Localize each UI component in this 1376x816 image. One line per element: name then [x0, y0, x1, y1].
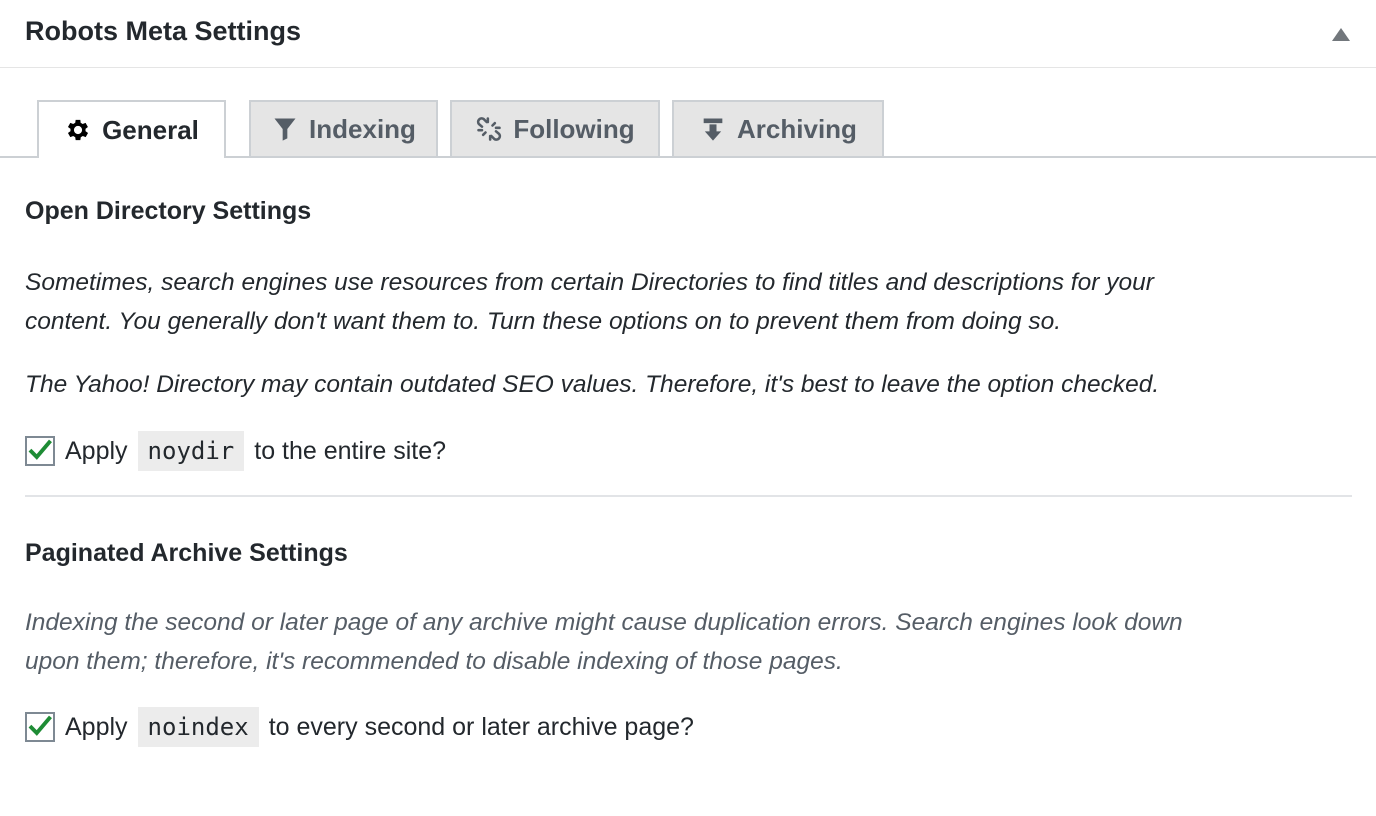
funnel-icon: [271, 115, 299, 143]
noindex-label-suffix: to every second or later archive page?: [268, 712, 694, 741]
tab-general-label: General: [102, 114, 199, 145]
open-directory-description-line2: content. You generally don't want them t…: [25, 308, 1062, 335]
paginated-archive-description-line2: upon them; therefore, it's recommended t…: [25, 648, 843, 675]
noindex-option[interactable]: Apply noindex to every second or later a…: [25, 706, 694, 748]
broken-link-icon: [475, 115, 503, 143]
tab-following[interactable]: Following: [450, 100, 660, 156]
noydir-checkbox[interactable]: [25, 436, 55, 466]
noydir-code: noydir: [137, 431, 245, 471]
paginated-archive-heading: Paginated Archive Settings: [25, 539, 348, 567]
gear-icon: [64, 116, 92, 144]
open-directory-description: Sometimes, search engines use resources …: [25, 263, 1345, 341]
tab-following-label: Following: [513, 113, 635, 144]
section-divider: [25, 495, 1352, 497]
open-directory-description-line1: Sometimes, search engines use resources …: [25, 269, 1154, 296]
yahoo-directory-note: The Yahoo! Directory may contain outdate…: [25, 371, 1160, 398]
noydir-label-suffix: to the entire site?: [254, 436, 447, 465]
noindex-label-prefix: Apply: [65, 712, 128, 741]
settings-tabs: General Indexing Following Archiving: [0, 100, 1376, 158]
paginated-archive-description: Indexing the second or later page of any…: [25, 603, 1345, 681]
tab-indexing-label: Indexing: [309, 113, 416, 144]
noydir-label-prefix: Apply: [65, 436, 128, 465]
triangle-up-icon[interactable]: [1332, 28, 1350, 41]
panel-title: Robots Meta Settings: [25, 16, 302, 46]
tab-general[interactable]: General: [37, 100, 226, 158]
download-icon: [699, 115, 727, 143]
noindex-code: noindex: [137, 707, 259, 747]
open-directory-heading: Open Directory Settings: [25, 197, 312, 225]
noindex-checkbox[interactable]: [25, 712, 55, 742]
tab-archiving[interactable]: Archiving: [672, 100, 884, 156]
tab-archiving-label: Archiving: [737, 113, 857, 144]
tab-indexing[interactable]: Indexing: [249, 100, 438, 156]
robots-meta-settings-panel: Robots Meta Settings General Indexing Fo…: [0, 0, 1376, 816]
paginated-archive-description-line1: Indexing the second or later page of any…: [25, 609, 1183, 636]
panel-header[interactable]: Robots Meta Settings: [0, 0, 1376, 68]
noydir-option[interactable]: Apply noydir to the entire site?: [25, 430, 446, 472]
